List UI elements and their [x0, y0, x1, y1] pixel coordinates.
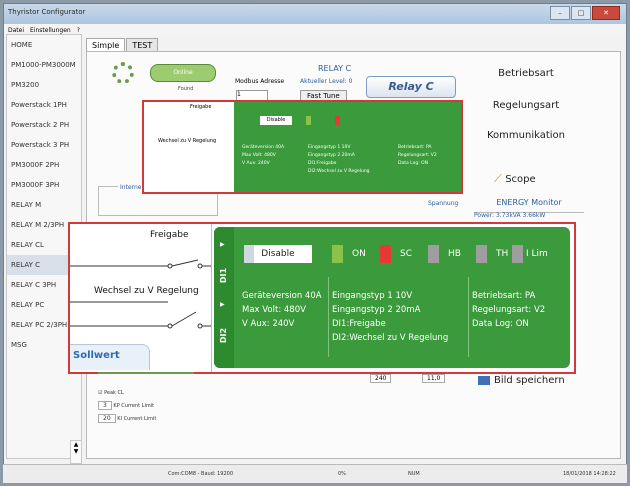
regelungsart-value: Regelungsart: V2: [472, 305, 546, 315]
di2-arrow-icon: ▶: [220, 301, 225, 308]
sidebar-item-pm3000f-3ph[interactable]: PM3000F 3PH: [7, 175, 81, 195]
menu-einstellungen[interactable]: Einstellungen: [30, 27, 71, 34]
ilim-led: [512, 245, 523, 263]
tab-bar: Simple TEST: [86, 38, 159, 52]
v-aux: V Aux: 240V: [242, 319, 295, 329]
found-label: Found: [178, 86, 194, 92]
status-panel: ▶ DI1 ▶ DI2 Disable ON SC HB TH I Lim Ge…: [214, 227, 570, 368]
minimize-button[interactable]: –: [550, 6, 570, 20]
sidebar-item-powerstack-1ph[interactable]: Powerstack 1PH: [7, 95, 81, 115]
monitor-icon: [478, 375, 490, 385]
device-info-column: Geräteversion 40A Max Volt: 480V V Aux: …: [242, 289, 322, 331]
max-volt: Max Volt: 480V: [242, 305, 306, 315]
current-limit-controls: ☑ Peak CL 3 KP Current Limit 20 KI Curre…: [98, 372, 194, 423]
status-bar: Com:COM8 - Baud: 19200 0% NUM 18/01/2018…: [3, 464, 627, 483]
disable-button[interactable]: Disable: [244, 245, 312, 263]
modbus-label: Modbus Adresse: [235, 78, 285, 85]
di2-function: DI2:Wechsel zu V Regelung: [332, 333, 449, 343]
th-led: [476, 245, 487, 263]
window-title: Thyristor Configurator: [8, 8, 86, 16]
di-strip: ▶ DI1 ▶ DI2: [214, 227, 234, 368]
eingangstyp-1: Eingangstyp 1 10V: [332, 291, 413, 301]
betriebsart-value: Betriebsart: PA: [472, 291, 536, 301]
peak-cl-label: Peak CL: [104, 390, 124, 396]
switch-diagram: [70, 259, 211, 329]
di1-arrow-icon: ▶: [220, 241, 225, 248]
current-input[interactable]: 11,0: [422, 374, 446, 383]
status-num: NUM: [408, 471, 420, 477]
online-button[interactable]: Online: [150, 64, 216, 82]
title-bar: Thyristor Configurator – □ ✕: [4, 4, 626, 24]
status-percent: 0%: [338, 471, 346, 477]
highlight-frame-small: [142, 100, 463, 194]
relay-title: RELAY C: [318, 64, 352, 73]
scope-button[interactable]: ⟋ Scope: [494, 172, 536, 186]
status-datetime: 18/01/2018 14:28:22: [563, 471, 616, 477]
tab-test[interactable]: TEST: [126, 38, 159, 52]
energy-monitor-title: ENERGY Monitor: [474, 198, 584, 213]
aktueller-level: Aktueller Level: 0: [300, 78, 353, 85]
status-com: Com:COM8 - Baud: 19200: [168, 471, 234, 477]
close-button[interactable]: ✕: [592, 6, 620, 20]
sidebar-item-pm1000[interactable]: PM1000-PM3000M: [7, 55, 81, 75]
on-led: [332, 245, 343, 263]
io-diagram: Freigabe Wechsel zu V Regelung Sollwert: [70, 224, 212, 372]
divider-2: [468, 277, 469, 357]
sc-led: [380, 245, 391, 263]
scope-label: Scope: [505, 174, 536, 185]
di2-label: DI2: [219, 327, 229, 344]
betriebsart-button[interactable]: Betriebsart: [466, 68, 586, 79]
sidebar-item-pm3200[interactable]: PM3200: [7, 75, 81, 95]
on-indicator: ON: [332, 245, 366, 263]
sidebar-scroll-buttons[interactable]: ▲ ▼: [70, 440, 82, 464]
connection-gauge-icon: [112, 62, 134, 84]
sc-indicator: SC: [380, 245, 412, 263]
sidebar-item-pm3000f-2ph[interactable]: PM3000F 2PH: [7, 155, 81, 175]
menu-datei[interactable]: Datei: [8, 27, 24, 34]
di1-function: DI1:Freigabe: [332, 319, 386, 329]
voltage-input[interactable]: 240: [370, 374, 392, 383]
kp-label: KP Current Limit: [113, 403, 155, 409]
relay-c-logo: Relay C: [366, 76, 456, 98]
sidebar-item-powerstack-2ph[interactable]: Powerstack 2 PH: [7, 115, 81, 135]
power-readout: Power: 3.73kVA 3.66kW: [474, 212, 546, 219]
kp-input[interactable]: 3: [98, 401, 112, 410]
menu-bar: Datei Einstellungen ?: [4, 24, 626, 36]
maximize-button[interactable]: □: [571, 6, 591, 20]
di1-label: DI1: [219, 267, 229, 284]
divider-1: [328, 277, 329, 357]
eingangstyp-2: Eingangstyp 2 20mA: [332, 305, 421, 315]
ilim-indicator: I Lim: [512, 245, 548, 263]
input-info-column: Eingangstyp 1 10V Eingangstyp 2 20mA DI1…: [332, 289, 448, 345]
tab-simple[interactable]: Simple: [86, 38, 126, 52]
sidebar-item-home[interactable]: HOME: [7, 35, 81, 55]
hb-led: [428, 245, 439, 263]
geraeteversion: Geräteversion 40A: [242, 291, 322, 301]
sidebar-item-powerstack-3ph[interactable]: Powerstack 3 PH: [7, 135, 81, 155]
spannung-label: Spannung: [428, 200, 459, 207]
data-log-value: Data Log: ON: [472, 319, 529, 329]
sollwert-tab[interactable]: Sollwert: [70, 344, 150, 370]
menu-help[interactable]: ?: [77, 27, 80, 34]
bild-speichern-button[interactable]: Bild speichern: [478, 375, 565, 386]
wechsel-label: Wechsel zu V Regelung: [94, 286, 199, 296]
regelungsart-button[interactable]: Regelungsart: [466, 100, 586, 111]
zoomed-inset: Freigabe Wechsel zu V Regelung Sollwert …: [68, 222, 576, 374]
peak-cl-slider[interactable]: [98, 372, 194, 380]
ki-label: KI Current Limit: [117, 416, 157, 422]
hb-indicator: HB: [428, 245, 461, 263]
kommunikation-button[interactable]: Kommunikation: [466, 130, 586, 141]
mode-info-column: Betriebsart: PA Regelungsart: V2 Data Lo…: [472, 289, 545, 331]
th-indicator: TH: [476, 245, 508, 263]
bild-speichern-label: Bild speichern: [494, 375, 565, 386]
sidebar-item-relay-m[interactable]: RELAY M: [7, 195, 81, 215]
scope-icon: ⟋: [494, 172, 506, 185]
ki-input[interactable]: 20: [98, 414, 116, 423]
